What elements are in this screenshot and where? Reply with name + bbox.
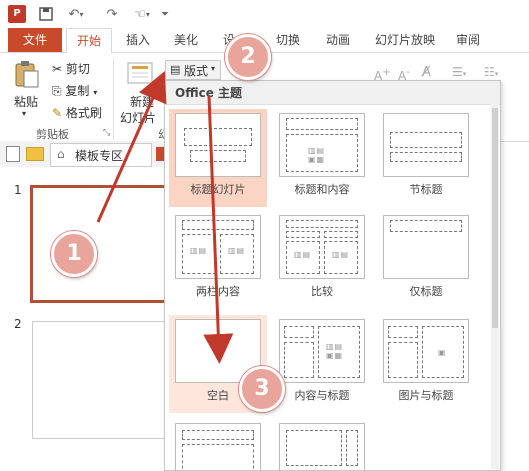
annotation-badge-1: 1 [51,231,97,277]
arrow-2-to-3 [203,95,234,364]
arrow-1-to-2 [96,71,167,223]
annotation-badge-3: 3 [239,366,285,412]
annotation-badge-2: 2 [225,34,271,80]
